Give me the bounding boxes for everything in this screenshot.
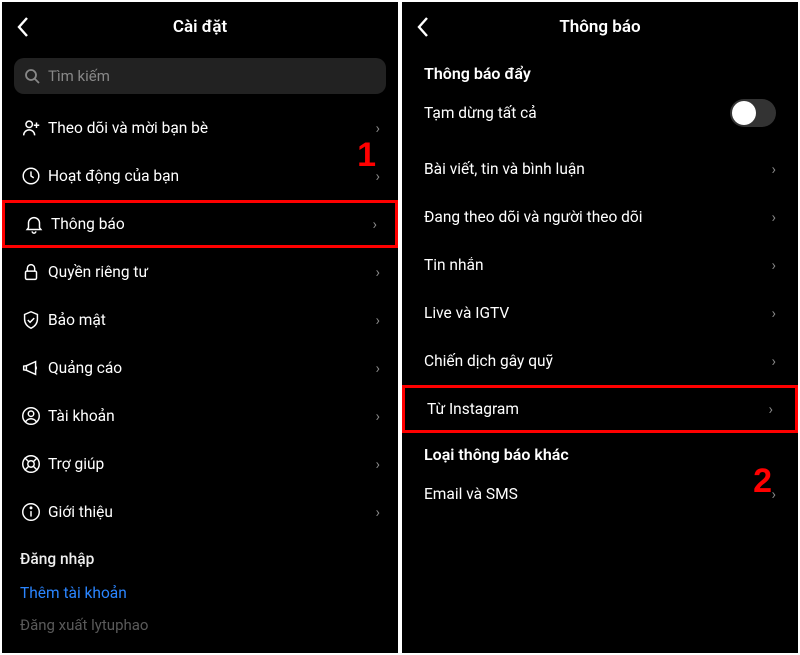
chevron-right-icon: › (375, 359, 380, 377)
chevron-left-icon (416, 16, 430, 38)
notifications-screen: Thông báo Thông báo đẩy Tạm dừng tất cả … (402, 2, 798, 653)
back-button[interactable] (16, 16, 30, 38)
row-label: Quyền riêng tư (48, 263, 375, 281)
row-label: Giới thiệu (48, 503, 375, 521)
search-placeholder: Tìm kiếm (48, 67, 110, 85)
row-notifications[interactable]: Thông báo › (2, 200, 398, 248)
row-label: Live và IGTV (424, 304, 771, 322)
chevron-right-icon: › (375, 311, 380, 329)
back-button[interactable] (416, 16, 430, 38)
shield-icon (20, 309, 48, 331)
chevron-right-icon: › (771, 352, 776, 370)
header: Cài đặt (2, 2, 398, 52)
row-pause-all: Tạm dừng tất cả (402, 89, 798, 137)
chevron-right-icon: › (375, 407, 380, 425)
info-icon (20, 501, 48, 523)
row-follow-invite[interactable]: Theo dõi và mời bạn bè › (2, 104, 398, 152)
pause-all-toggle[interactable] (730, 99, 776, 127)
row-label: Hoạt động của bạn (48, 167, 375, 185)
search-icon (24, 68, 40, 84)
other-section-header: Loại thông báo khác (402, 433, 798, 470)
clock-icon (20, 165, 48, 187)
user-icon (20, 405, 48, 427)
chevron-left-icon (16, 16, 30, 38)
row-fundraisers[interactable]: Chiến dịch gây quỹ › (402, 337, 798, 385)
row-posts-stories-comments[interactable]: Bài viết, tin và bình luận › (402, 145, 798, 193)
chevron-right-icon: › (771, 485, 776, 503)
row-live-igtv[interactable]: Live và IGTV › (402, 289, 798, 337)
page-title: Thông báo (559, 17, 640, 37)
push-section-header: Thông báo đẩy (402, 52, 798, 89)
chevron-right-icon: › (771, 304, 776, 322)
chevron-right-icon: › (768, 400, 773, 418)
chevron-right-icon: › (375, 503, 380, 521)
chevron-right-icon: › (375, 455, 380, 473)
chevron-right-icon: › (375, 119, 380, 137)
chevron-right-icon: › (771, 208, 776, 226)
login-section-header: Đăng nhập (2, 536, 398, 574)
row-label: Tin nhắn (424, 256, 771, 274)
chevron-right-icon: › (375, 263, 380, 281)
row-email-sms[interactable]: Email và SMS › (402, 470, 798, 518)
row-label: Đang theo dõi và người theo dõi (424, 208, 771, 226)
row-help[interactable]: Trợ giúp › (2, 440, 398, 488)
row-label: Quảng cáo (48, 359, 375, 377)
row-from-instagram[interactable]: Từ Instagram › (402, 385, 798, 433)
toggle-knob (732, 101, 756, 125)
row-your-activity[interactable]: Hoạt động của bạn › (2, 152, 398, 200)
add-account-link[interactable]: Thêm tài khoản (2, 574, 398, 612)
page-title: Cài đặt (173, 17, 227, 37)
chevron-right-icon: › (771, 160, 776, 178)
row-account[interactable]: Tài khoản › (2, 392, 398, 440)
user-plus-icon (20, 117, 48, 139)
chevron-right-icon: › (375, 167, 380, 185)
megaphone-icon (20, 357, 48, 379)
row-label: Từ Instagram (427, 400, 768, 418)
row-ads[interactable]: Quảng cáo › (2, 344, 398, 392)
row-label: Thông báo (51, 215, 372, 233)
row-following-followers[interactable]: Đang theo dõi và người theo dõi › (402, 193, 798, 241)
chevron-right-icon: › (372, 215, 377, 233)
row-messages[interactable]: Tin nhắn › (402, 241, 798, 289)
chevron-right-icon: › (771, 256, 776, 274)
row-label: Bảo mật (48, 311, 375, 329)
row-label: Tài khoản (48, 407, 375, 425)
settings-screen: Cài đặt Tìm kiếm Theo dõi và mời bạn bè … (2, 2, 398, 653)
header: Thông báo (402, 2, 798, 52)
lock-icon (20, 261, 48, 283)
row-label: Tạm dừng tất cả (424, 104, 730, 122)
lifebuoy-icon (20, 453, 48, 475)
row-privacy[interactable]: Quyền riêng tư › (2, 248, 398, 296)
row-label: Email và SMS (424, 485, 771, 503)
bell-icon (23, 213, 51, 235)
row-label: Chiến dịch gây quỹ (424, 352, 771, 370)
search-input[interactable]: Tìm kiếm (14, 58, 386, 94)
row-security[interactable]: Bảo mật › (2, 296, 398, 344)
row-about[interactable]: Giới thiệu › (2, 488, 398, 536)
row-label: Bài viết, tin và bình luận (424, 160, 771, 178)
logout-link-partial[interactable]: Đăng xuất lytuphao (2, 612, 398, 634)
annotation-2: 2 (753, 462, 772, 501)
row-label: Trợ giúp (48, 455, 375, 473)
annotation-1: 1 (357, 136, 376, 175)
row-label: Theo dõi và mời bạn bè (48, 119, 375, 137)
